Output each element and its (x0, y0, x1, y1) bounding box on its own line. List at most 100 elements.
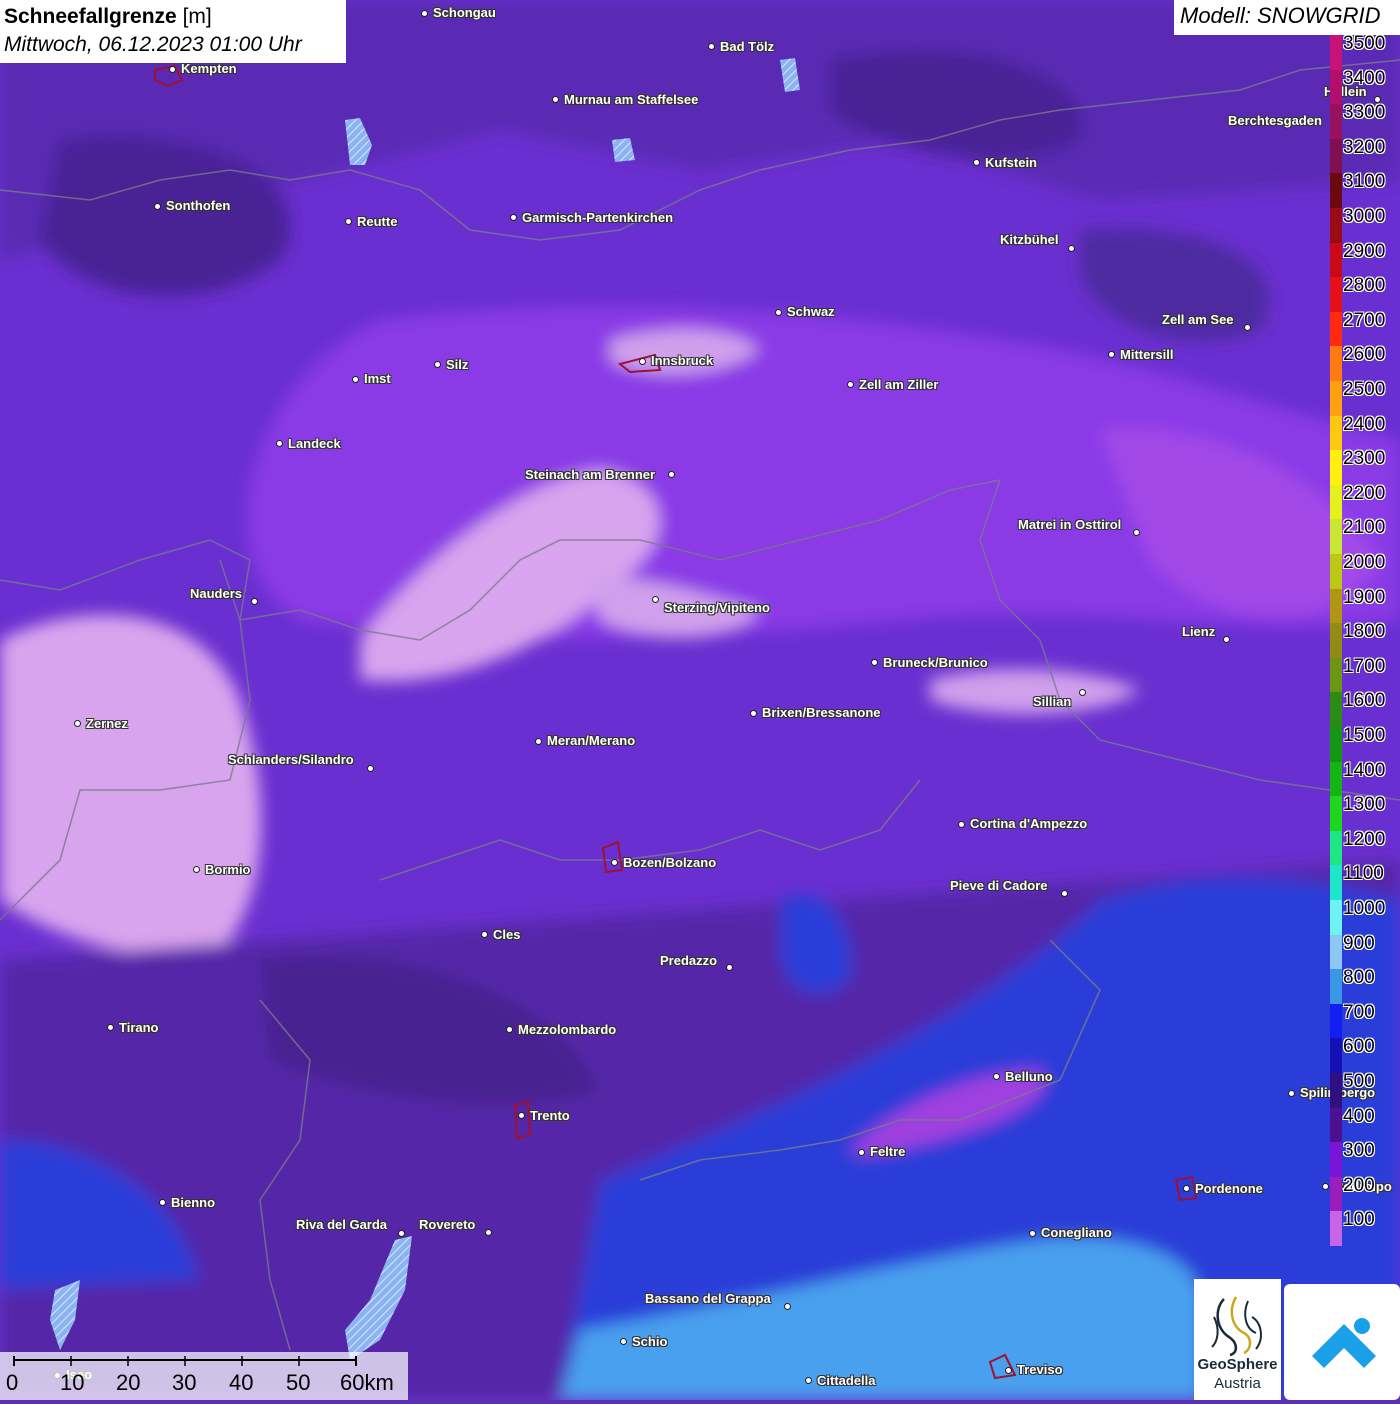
city-marker (638, 357, 646, 365)
city-marker (957, 820, 965, 828)
city-marker (783, 1302, 791, 1310)
city-label: Pordenone (1195, 1181, 1263, 1196)
legend-label: 1300 (1343, 794, 1386, 816)
city-label: Feltre (870, 1144, 906, 1159)
legend-swatch (1330, 900, 1342, 936)
legend-label: 3000 (1343, 206, 1386, 227)
city-label: Cles (493, 927, 521, 942)
city-label: Zell am Ziller (859, 377, 939, 392)
legend-swatch (1330, 381, 1342, 417)
city-label: Kitzbühel (1000, 232, 1059, 247)
city-marker (774, 308, 782, 316)
city-marker (420, 9, 428, 17)
legend-swatch (1330, 104, 1342, 140)
legend-label: 1700 (1343, 655, 1386, 677)
legend-swatch (1330, 796, 1342, 832)
scale-label: 50 (286, 1370, 311, 1395)
legend-label: 900 (1343, 932, 1375, 954)
legend-swatch (1330, 1107, 1342, 1143)
legend-label: 3500 (1343, 33, 1386, 54)
title-datetime: Mittwoch, 06.12.2023 01:00 Uhr (4, 33, 302, 56)
legend-label: 2200 (1343, 482, 1386, 504)
legend-label: 2600 (1343, 344, 1386, 366)
city-label: Schwaz (787, 304, 835, 319)
legend-label: 3300 (1343, 102, 1386, 124)
legend-swatch (1330, 1176, 1342, 1212)
city-label: Matrei in Osttirol (1018, 517, 1122, 532)
weather-app-icon (1312, 1318, 1376, 1368)
city-label: Belluno (1005, 1069, 1053, 1084)
legend-swatch (1330, 657, 1342, 693)
scale-bar: 0 10 20 30 40 50 60km (0, 1352, 408, 1400)
legend-swatch (1330, 450, 1342, 486)
city-label: Nauders (190, 586, 243, 601)
city-marker (1222, 635, 1230, 643)
city-marker (857, 1148, 865, 1156)
city-marker (804, 1376, 812, 1384)
city-marker (1243, 323, 1251, 331)
city-marker (610, 858, 618, 866)
legend-swatch (1330, 588, 1342, 624)
scale-label: 10 (60, 1370, 85, 1395)
city-label: Sonthofen (166, 198, 231, 213)
city-label: Brixen/Bressanone (762, 705, 881, 720)
legend-swatch (1330, 865, 1342, 901)
legend-swatch (1330, 761, 1342, 797)
city-marker (1060, 889, 1068, 897)
legend-label: 600 (1343, 1036, 1375, 1058)
city-label: Bad Tölz (720, 39, 775, 54)
legend-swatch (1330, 554, 1342, 590)
city-marker (1132, 528, 1140, 536)
legend-label: 2000 (1343, 552, 1386, 573)
city-label: Zernez (86, 716, 128, 731)
city-label: Landeck (288, 436, 341, 451)
city-label: Mittersill (1120, 347, 1174, 362)
city-label: Innsbruck (651, 353, 714, 368)
city-marker (972, 158, 980, 166)
legend-label: 3200 (1343, 136, 1386, 158)
city-label: Zell am See (1162, 312, 1234, 327)
city-marker (480, 930, 488, 938)
city-marker (1004, 1366, 1012, 1374)
city-marker (433, 360, 441, 368)
city-label: Predazzo (660, 953, 718, 968)
city-label: Kempten (181, 61, 237, 76)
city-label: Reutte (357, 214, 398, 229)
scale-label: 60km (340, 1370, 394, 1395)
city-label: Riva del Garda (296, 1217, 388, 1232)
city-marker (344, 217, 352, 225)
legend-label: 2500 (1343, 379, 1386, 400)
legend-swatch (1330, 519, 1342, 555)
legend-label: 2900 (1343, 240, 1386, 262)
city-label: Cittadella (817, 1373, 876, 1388)
legend-label: 800 (1343, 967, 1375, 989)
legend-swatch (1330, 311, 1342, 347)
app-logo (1284, 1284, 1400, 1400)
city-label: Bruneck/Brunico (883, 655, 988, 670)
legend-swatch (1330, 346, 1342, 382)
scale-label: 20 (116, 1370, 141, 1395)
legend-label: 200 (1343, 1174, 1375, 1196)
city-marker (168, 65, 176, 73)
city-marker (505, 1025, 513, 1033)
legend-swatch (1330, 969, 1342, 1005)
color-legend: 3500 3400 3300 3200 3100 3000 2900 2800 2700 2600… (1330, 33, 1400, 1247)
city-marker (651, 595, 659, 603)
city-marker (351, 375, 359, 383)
city-label: Berchtesgaden (1228, 113, 1322, 128)
legend-swatch (1330, 1142, 1342, 1178)
legend-label: 3100 (1343, 171, 1386, 193)
scale-label: 40 (229, 1370, 254, 1395)
city-label: Bozen/Bolzano (623, 855, 717, 870)
city-marker (619, 1337, 627, 1345)
city-marker (517, 1111, 525, 1119)
legend-label: 700 (1343, 1001, 1375, 1023)
logo-line2: Austria (1214, 1375, 1261, 1392)
legend-label: 1000 (1343, 898, 1386, 919)
city-marker (250, 597, 258, 605)
city-marker (1287, 1089, 1295, 1097)
city-marker (551, 95, 559, 103)
geosphere-logo: GeoSphere Austria (1194, 1279, 1281, 1400)
city-marker (725, 963, 733, 971)
city-marker (870, 658, 878, 666)
